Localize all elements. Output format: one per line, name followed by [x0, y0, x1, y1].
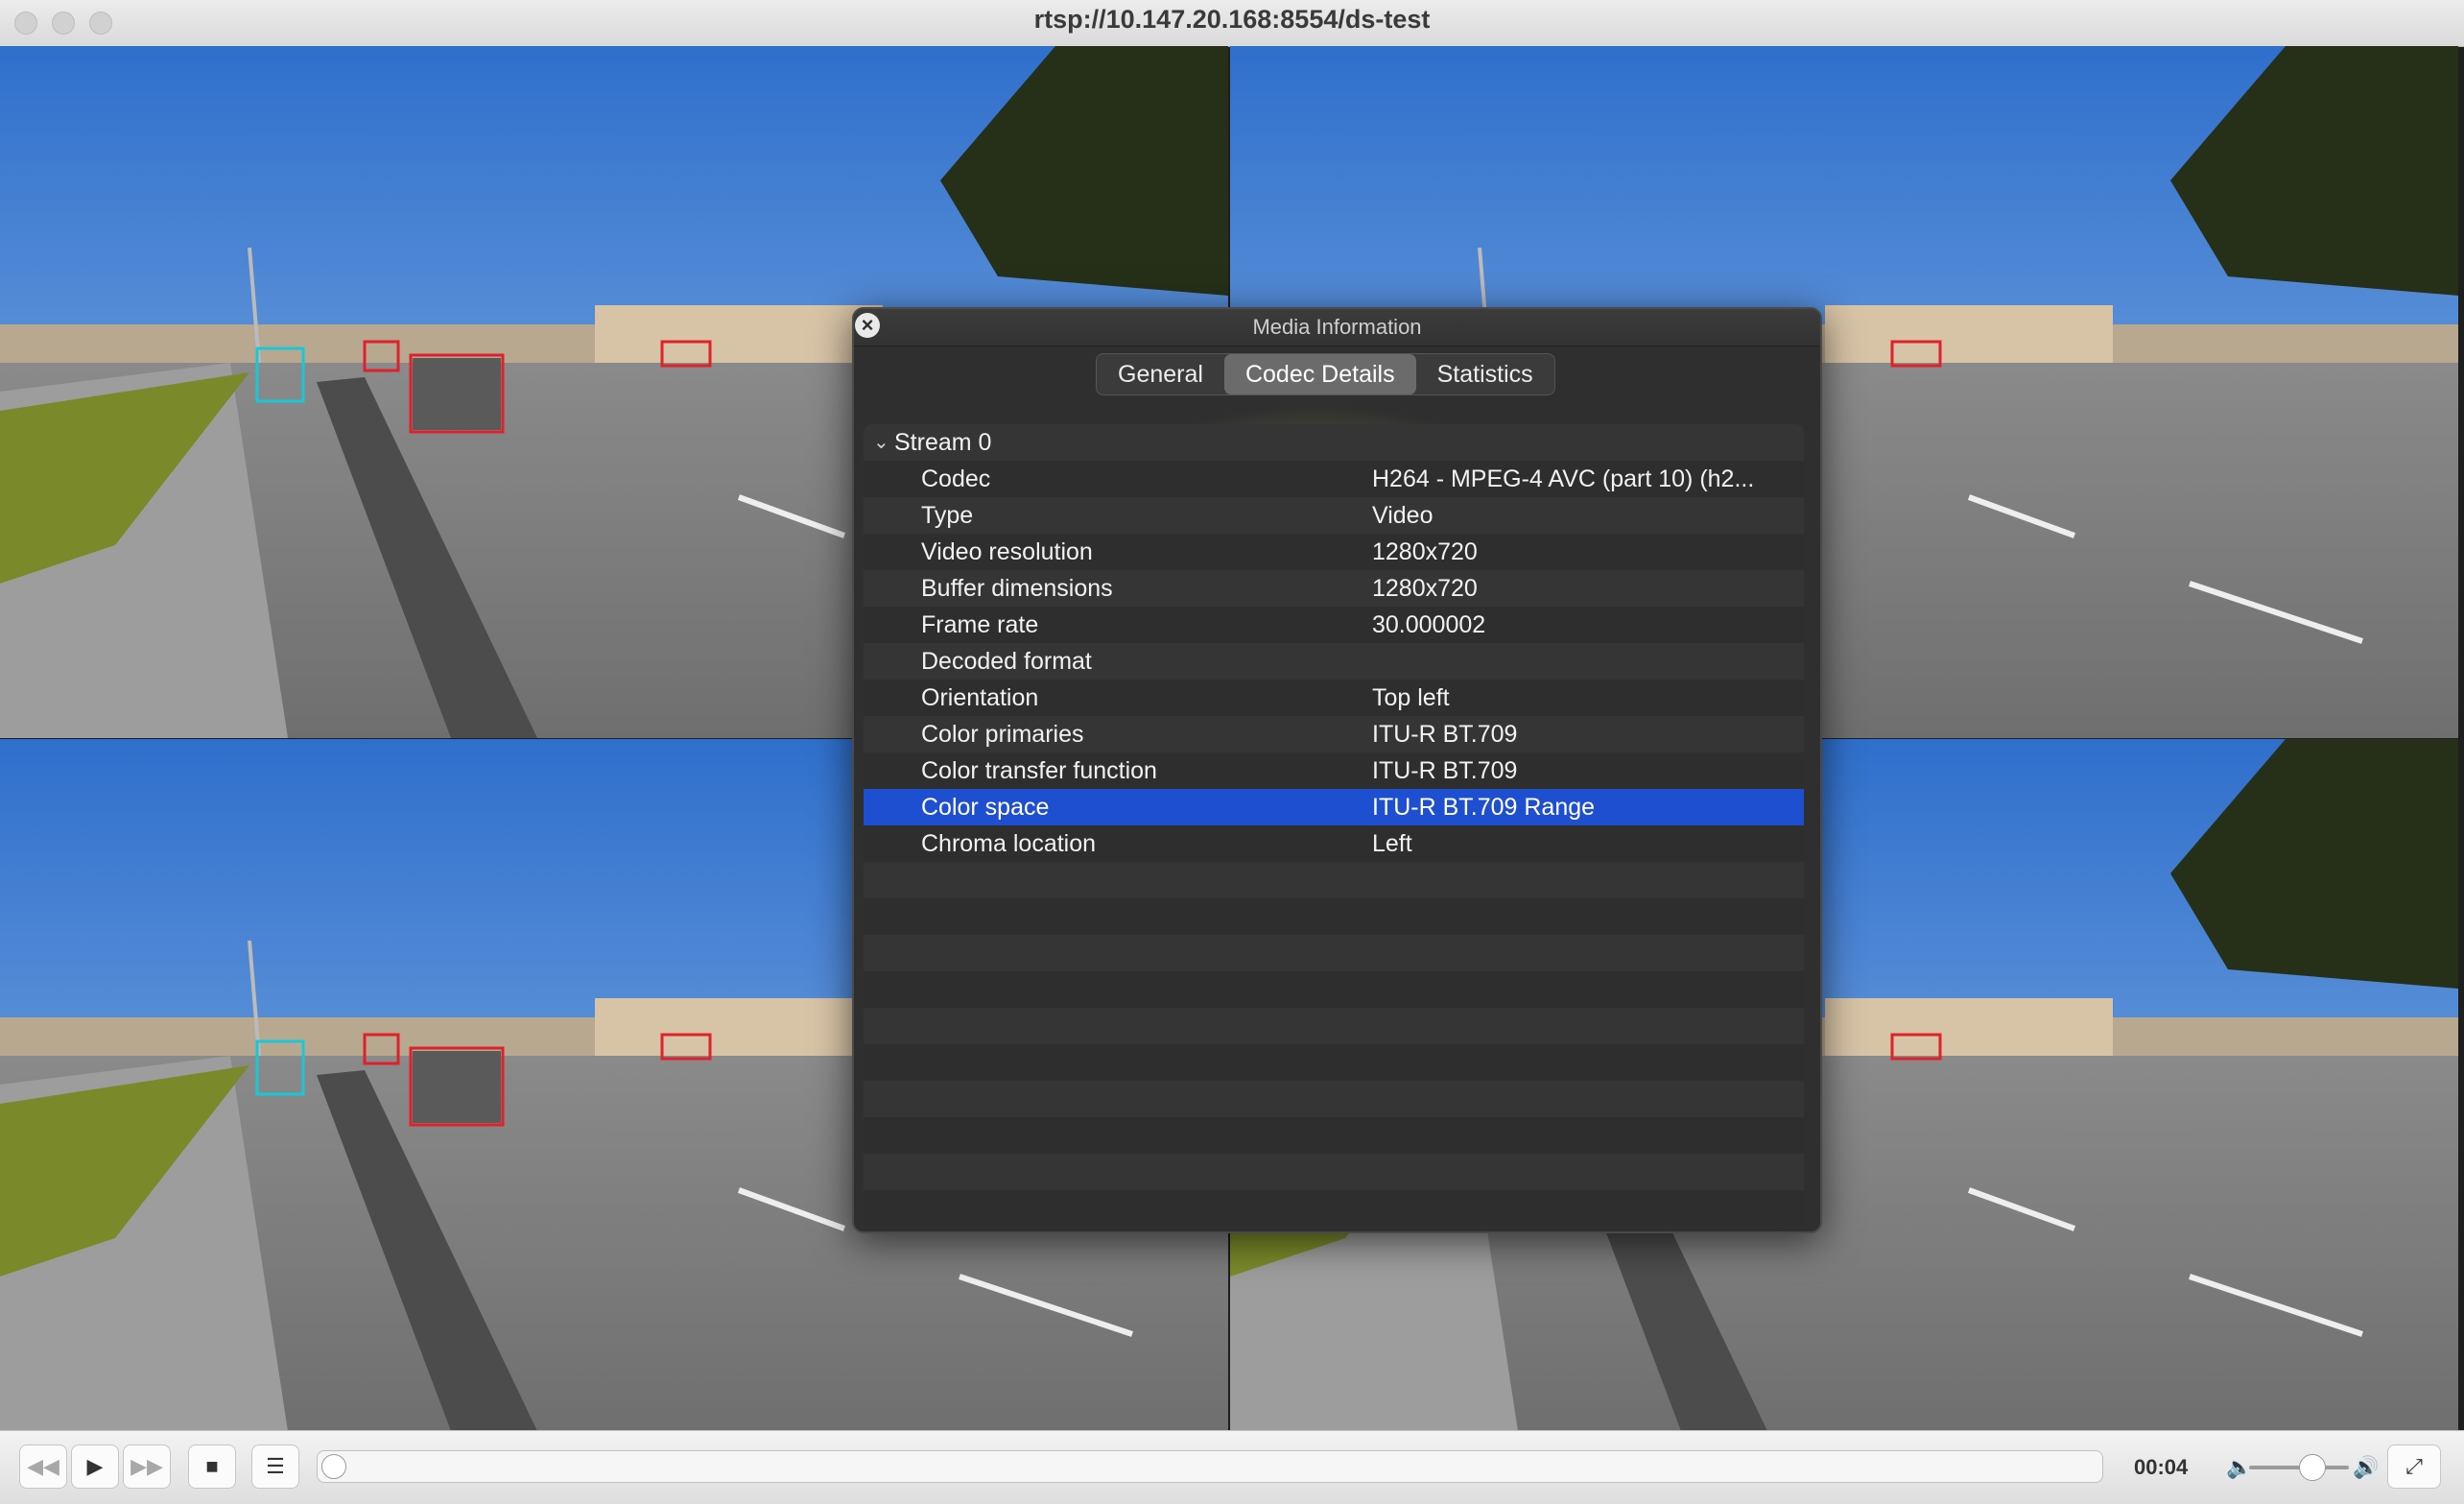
stop-icon[interactable]: ■ — [188, 1444, 236, 1489]
codec-row-key: Orientation — [921, 684, 1039, 711]
codec-row-key: Decoded format — [921, 648, 1092, 675]
codec-row-key: Color transfer function — [921, 757, 1157, 784]
empty-row — [864, 1117, 1804, 1154]
codec-row-key: Frame rate — [921, 611, 1039, 638]
codec-row-value: 1280x720 — [1372, 575, 1478, 602]
tab-statistics[interactable]: Statistics — [1416, 354, 1554, 394]
codec-row-key: Chroma location — [921, 830, 1097, 857]
codec-row[interactable]: Color primaries ITU-R BT.709 — [864, 716, 1804, 752]
codec-row-key: Color space — [921, 794, 1050, 821]
codec-row-key: Codec — [921, 466, 991, 492]
codec-row[interactable]: Codec H264 - MPEG-4 AVC (part 10) (h2... — [864, 461, 1804, 497]
volume-handle[interactable] — [2299, 1454, 2326, 1481]
codec-row-value: ITU-R BT.709 Range — [1372, 794, 1596, 821]
panel-title: Media Information — [1252, 315, 1422, 339]
codec-row-value: ITU-R BT.709 — [1372, 757, 1518, 784]
codec-row[interactable]: Color space ITU-R BT.709 Range — [864, 789, 1804, 825]
codec-row-value: H264 - MPEG-4 AVC (part 10) (h2... — [1372, 466, 1755, 492]
stream-row[interactable]: ⌄ Stream 0 — [864, 424, 1804, 461]
playback-controls: ◀◀ ▶ ▶▶ ■ ☰ 00:04 🔈 🔊 ⤢ — [0, 1430, 2464, 1504]
codec-row-value: 30.000002 — [1372, 611, 1486, 638]
tab-bar: General Codec Details Statistics — [1096, 353, 1555, 395]
volume-high-icon[interactable]: 🔊 — [2353, 1431, 2379, 1504]
stream-label: Stream 0 — [894, 429, 992, 456]
window-titlebar: rtsp://10.147.20.168:8554/ds-test — [0, 0, 2464, 47]
media-information-panel: × Media Information General Codec Detail… — [852, 307, 1822, 1233]
empty-row — [864, 1190, 1804, 1223]
play-icon[interactable]: ▶ — [71, 1444, 119, 1489]
window-title: rtsp://10.147.20.168:8554/ds-test — [1033, 5, 1431, 34]
codec-row-value: Video — [1372, 502, 1433, 529]
empty-row — [864, 862, 1804, 898]
fast-forward-icon[interactable]: ▶▶ — [123, 1444, 171, 1489]
codec-row[interactable]: Type Video — [864, 497, 1804, 534]
codec-row-key: Video resolution — [921, 538, 1093, 565]
codec-row-value: 1280x720 — [1372, 538, 1478, 565]
codec-row-key: Type — [921, 502, 974, 529]
empty-row — [864, 935, 1804, 971]
chevron-down-icon[interactable]: ⌄ — [873, 424, 889, 461]
seek-handle[interactable] — [321, 1454, 346, 1479]
fullscreen-icon[interactable]: ⤢ — [2387, 1444, 2441, 1489]
empty-row — [864, 898, 1804, 935]
empty-row — [864, 1154, 1804, 1190]
codec-row[interactable]: Frame rate 30.000002 — [864, 607, 1804, 643]
codec-row-value: ITU-R BT.709 — [1372, 721, 1518, 748]
codec-row[interactable]: Decoded format — [864, 643, 1804, 680]
codec-row-value: Top left — [1372, 684, 1450, 711]
playlist-icon[interactable]: ☰ — [251, 1444, 299, 1489]
codec-row[interactable]: Buffer dimensions 1280x720 — [864, 570, 1804, 607]
rewind-icon[interactable]: ◀◀ — [19, 1444, 67, 1489]
codec-row-key: Color primaries — [921, 721, 1084, 748]
codec-row-value: Left — [1372, 830, 1412, 857]
codec-row[interactable]: Color transfer function ITU-R BT.709 — [864, 752, 1804, 789]
codec-details-list[interactable]: ⌄ Stream 0 Codec H264 - MPEG-4 AVC (part … — [864, 424, 1804, 1223]
codec-row[interactable]: Chroma location Left — [864, 825, 1804, 862]
empty-row — [864, 1044, 1804, 1081]
empty-row — [864, 1081, 1804, 1117]
empty-row — [864, 1008, 1804, 1044]
tab-codec-details[interactable]: Codec Details — [1223, 354, 1416, 394]
empty-row — [864, 971, 1804, 1008]
tab-general[interactable]: General — [1097, 354, 1224, 394]
elapsed-time: 00:04 — [2134, 1455, 2189, 1479]
panel-header: × Media Information — [854, 309, 1820, 346]
codec-row[interactable]: Orientation Top left — [864, 680, 1804, 716]
codec-row-key: Buffer dimensions — [921, 575, 1113, 602]
codec-row[interactable]: Video resolution 1280x720 — [864, 534, 1804, 570]
seek-bar[interactable] — [317, 1450, 2103, 1483]
